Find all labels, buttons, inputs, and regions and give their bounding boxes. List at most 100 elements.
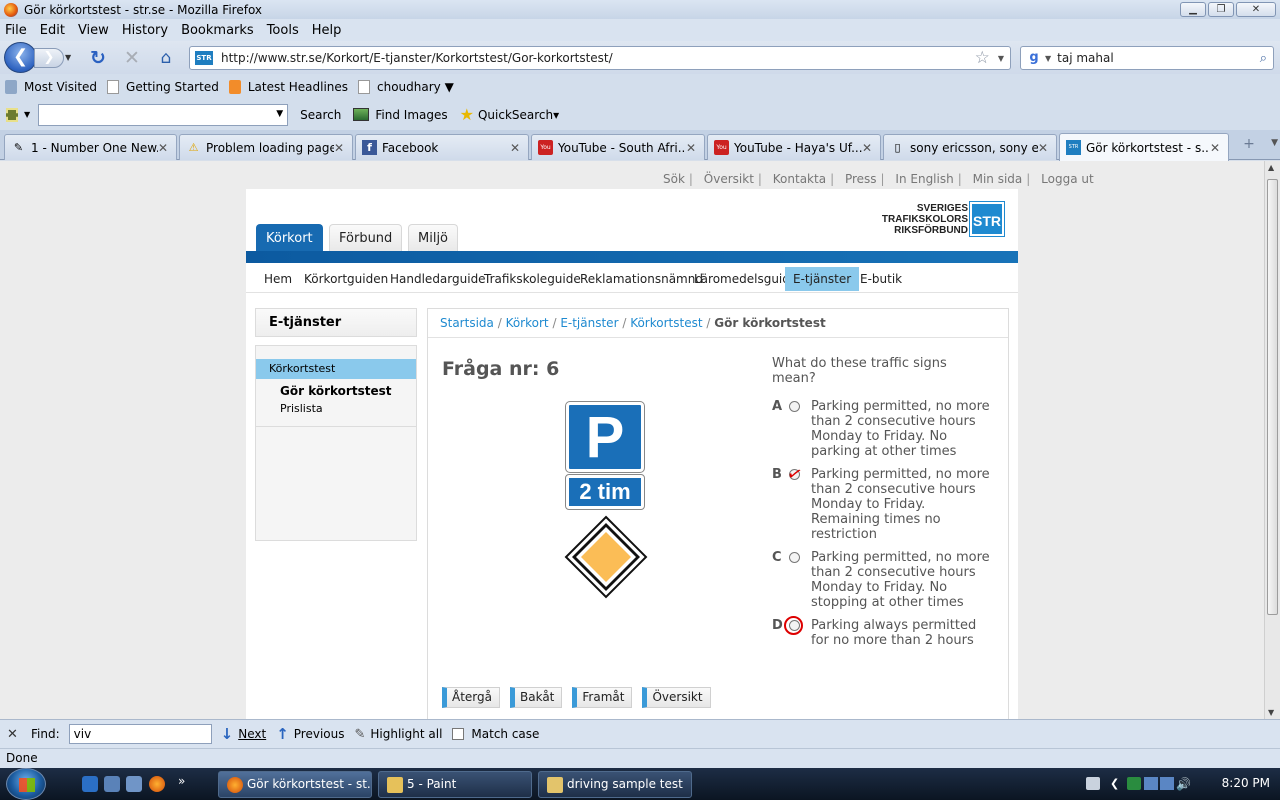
atergà-button[interactable]: Återgå [442,687,500,708]
ie-icon[interactable] [82,776,98,792]
tab-youtube-south-africa[interactable]: You YouTube - South Afri... ✕ [531,134,705,160]
menu-edit[interactable]: Edit [40,23,65,38]
security-icon[interactable] [1127,777,1141,790]
match-case-checkbox[interactable]: Match case [452,727,539,741]
find-images-button[interactable]: Find Images [353,108,448,122]
crumb-korkortstest[interactable]: Körkortstest [630,316,702,330]
str-logo[interactable]: SVERIGES TRAFIKSKOLORS RIKSFÖRBUND STR [882,201,1005,237]
crumb-e-tjanster[interactable]: E-tjänster [560,316,618,330]
vertical-scrollbar[interactable]: ▲ ▼ [1264,161,1280,719]
answer-a-radio[interactable] [789,401,800,412]
tab-close-icon[interactable]: ✕ [158,141,172,155]
menu-help[interactable]: Help [312,23,342,38]
taskbar-paint[interactable]: 5 - Paint [378,771,532,798]
sidebar-item-gor-korkortstest[interactable]: Gör körkortstest [256,382,416,400]
network2-icon[interactable] [1160,777,1174,790]
menu-tools[interactable]: Tools [267,23,299,38]
firefox-icon[interactable] [149,776,165,792]
scrollbar-thumb[interactable] [1267,179,1278,615]
tab-close-icon[interactable]: ✕ [862,141,876,155]
link-min-sida[interactable]: Min sida [973,172,1023,186]
home-icon[interactable]: ⌂ [155,47,177,69]
search-input[interactable]: taj mahal [1057,51,1260,65]
minimize-button[interactable]: ▁ [1180,2,1206,17]
crumb-korkort[interactable]: Körkort [506,316,549,330]
tab-close-icon[interactable]: ✕ [510,141,524,155]
google-icon[interactable]: g [1026,50,1042,66]
reload-icon[interactable]: ↻ [87,47,109,69]
toolbar-search-button[interactable]: Search [300,108,341,122]
search-icon[interactable]: ⌕ [1260,51,1267,66]
network-icon[interactable] [1144,777,1158,790]
bookmark-star-icon[interactable]: ☆ [975,48,990,68]
oversikt-button[interactable]: Översikt [642,687,711,708]
bookmark-latest-headlines[interactable]: Latest Headlines [228,79,348,94]
search-engine-dropdown-icon[interactable]: ▼ [1045,54,1051,63]
main-tab-korkort[interactable]: Körkort [256,224,323,251]
quicksearch-button[interactable]: ★ QuickSearch▾ [460,105,560,124]
site-identity-icon[interactable]: STR [195,51,213,65]
tab-youtube-haya[interactable]: You YouTube - Haya's Uf... ✕ [707,134,881,160]
bookmark-choudhary[interactable]: choudhary ▼ [358,79,454,94]
menu-bookmarks[interactable]: Bookmarks [181,23,254,38]
subnav-hem[interactable]: Hem [256,267,300,291]
clock[interactable]: 8:20 PM [1222,776,1270,790]
quicklaunch-more-icon[interactable]: » [178,774,190,790]
toolbar-dropdown-icon[interactable]: ▼ [24,110,30,119]
forward-button[interactable]: ❯ [34,48,64,68]
tab-number-one-news[interactable]: ✎ 1 - Number One New... ✕ [4,134,177,160]
highlight-all-button[interactable]: ✎ Highlight all [354,727,442,742]
stop-icon[interactable]: ✕ [121,47,143,69]
tab-gor-korkortstest[interactable]: STR Gör körkortstest - s... ✕ [1059,133,1229,161]
tab-problem-loading[interactable]: ⚠ Problem loading page ✕ [179,134,353,160]
start-button[interactable] [6,768,46,800]
tab-list-dropdown-icon[interactable]: ▼ [1271,138,1278,148]
search-bar[interactable]: g ▼ taj mahal ⌕ [1020,46,1274,70]
link-oversikt[interactable]: Översikt [704,172,754,186]
volume-icon[interactable]: 🔊 [1176,777,1191,791]
keyboard-icon[interactable] [1086,777,1100,790]
url-dropdown-icon[interactable]: ▼ [998,54,1004,63]
menu-file[interactable]: File [5,23,27,38]
tab-close-icon[interactable]: ✕ [1210,141,1224,155]
scroll-down-icon[interactable]: ▼ [1268,708,1274,717]
taskbar-firefox[interactable]: Gör körkortstest - st... [218,771,372,798]
find-input[interactable]: viv [68,724,212,744]
find-close-icon[interactable]: ✕ [7,727,23,742]
menu-history[interactable]: History [122,23,168,38]
answer-b-radio[interactable]: ✓ [785,462,805,486]
close-button[interactable]: ✕ [1236,2,1276,17]
back-button[interactable]: ❮ [4,42,37,73]
film-icon[interactable] [6,107,18,122]
framat-button[interactable]: Framåt [572,687,633,708]
new-tab-button[interactable]: + [1238,136,1260,158]
find-previous-button[interactable]: ↑ Previous [276,725,344,743]
link-in-english[interactable]: In English [895,172,953,186]
find-next-button[interactable]: ↓ Next [221,725,267,743]
main-tab-forbund[interactable]: Förbund [329,224,403,251]
show-desktop-icon[interactable] [104,776,120,792]
sidebar-item-korkortstest[interactable]: Körkortstest [256,359,416,379]
link-press[interactable]: Press [845,172,877,186]
history-dropdown-icon[interactable]: ▼ [65,53,71,62]
subnav-e-tjanster[interactable]: E-tjänster [785,267,860,291]
address-bar[interactable]: STR http://www.str.se/Korkort/E-tjanster… [189,46,1011,70]
link-logga-ut[interactable]: Logga ut [1041,172,1094,186]
tab-close-icon[interactable]: ✕ [334,141,348,155]
toolbar-search-combo[interactable]: ▼ [38,103,289,126]
scroll-up-icon[interactable]: ▲ [1268,163,1274,172]
crumb-startsida[interactable]: Startsida [440,316,494,330]
bookmark-most-visited[interactable]: Most Visited [5,79,97,94]
link-kontakta[interactable]: Kontakta [773,172,826,186]
tray-arrow-icon[interactable]: ❮ [1110,777,1124,790]
switch-windows-icon[interactable] [126,776,142,792]
main-tab-miljo[interactable]: Miljö [408,224,459,251]
answer-c-radio[interactable] [789,552,800,563]
taskbar-folder[interactable]: driving sample test [538,771,692,798]
bookmark-getting-started[interactable]: Getting Started [107,79,219,94]
subnav-e-butik[interactable]: E-butik [852,267,910,291]
maximize-button[interactable]: ❐ [1208,2,1234,17]
menu-view[interactable]: View [78,23,109,38]
tab-sony-ericsson[interactable]: ▯ sony ericsson, sony e... ✕ [883,134,1057,160]
tab-close-icon[interactable]: ✕ [686,141,700,155]
